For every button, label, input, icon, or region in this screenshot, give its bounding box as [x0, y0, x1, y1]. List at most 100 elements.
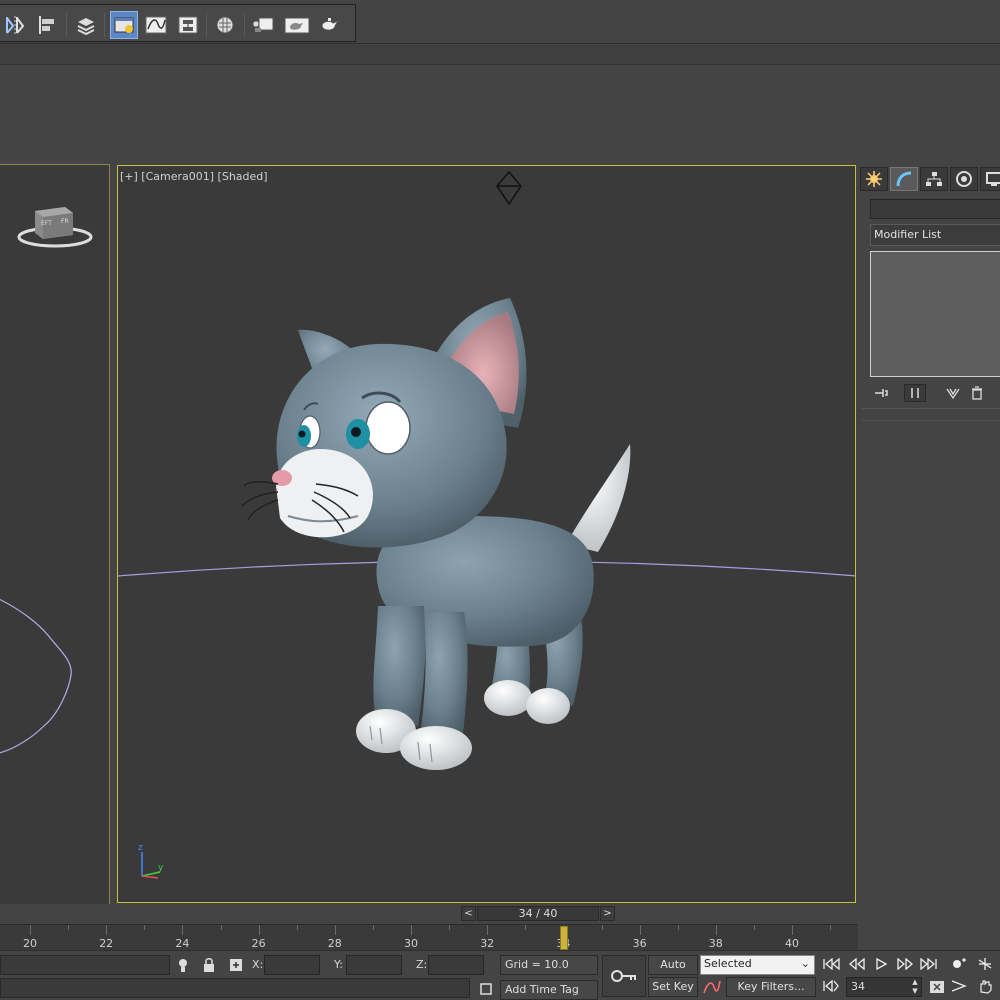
frame-spinner-icon[interactable]: ▲ ▼ — [910, 978, 920, 996]
trackbar-tick — [601, 925, 603, 930]
render-setup-icon[interactable] — [250, 11, 278, 39]
rendered-frame-window-icon[interactable] — [283, 11, 311, 39]
motion-icon[interactable] — [950, 167, 978, 191]
toolbar-separator — [104, 13, 105, 37]
previous-frame-icon[interactable] — [846, 955, 868, 973]
material-editor-icon[interactable] — [212, 11, 240, 39]
ribbon-area — [0, 66, 1000, 162]
svg-text:y: y — [158, 863, 164, 873]
trackbar-tick — [830, 925, 832, 930]
panel-divider — [862, 420, 1000, 421]
trackbar-tick — [449, 925, 451, 930]
trackbar-tick — [258, 925, 260, 935]
camera-viewport[interactable]: z y [+] [Camera001] [Shaded] — [117, 165, 856, 903]
render-production-icon[interactable] — [316, 11, 344, 39]
key-icon — [611, 970, 636, 982]
time-tag-icon[interactable] — [478, 980, 494, 998]
toolbar-separator — [244, 13, 245, 37]
set-keys-button[interactable] — [602, 955, 646, 997]
trackbar-tick — [106, 925, 108, 935]
layer-manager-icon[interactable] — [72, 11, 100, 39]
maxscript-listener-field[interactable] — [0, 955, 170, 975]
trackbar-tick-label: 30 — [404, 937, 418, 950]
scene-explorer-icon[interactable] — [110, 11, 138, 39]
circle-spline — [0, 598, 72, 754]
trackbar-tick — [487, 925, 489, 935]
svg-text:z: z — [138, 843, 143, 853]
cat-front-leg — [420, 612, 468, 741]
trackbar-tick — [68, 925, 70, 930]
trackbar-tick-label: 26 — [251, 937, 266, 950]
lock-selection-icon[interactable] — [202, 956, 216, 974]
viewport-canvas: z y — [118, 170, 855, 879]
pin-stack-icon[interactable] — [870, 384, 892, 402]
go-to-end-icon[interactable] — [918, 955, 940, 973]
pan-view-icon[interactable] — [974, 977, 996, 995]
curve-editor-icon[interactable] — [142, 11, 170, 39]
zoom-icon[interactable] — [948, 955, 970, 973]
z-coordinate-field[interactable] — [428, 955, 484, 975]
toolbar-group — [0, 4, 356, 42]
grid-size-display: Grid = 10.0 — [500, 955, 598, 975]
auto-key-button[interactable]: Auto Key — [648, 955, 698, 989]
zoom-all-icon[interactable] — [974, 955, 996, 973]
trackbar-tick-label: 28 — [327, 937, 342, 950]
align-icon[interactable] — [34, 11, 62, 39]
trackbar-tick-label: 36 — [632, 937, 647, 950]
prompt-line-field[interactable] — [0, 978, 470, 998]
toolbar-separator — [66, 13, 67, 37]
time-slider-thumb[interactable]: 34 / 40 — [477, 906, 599, 921]
trackbar-tick-label: 40 — [785, 937, 799, 950]
object-name-field[interactable] — [870, 199, 1000, 219]
panel-divider — [862, 408, 1000, 409]
trackbar-tick — [144, 925, 146, 930]
x-coordinate-field[interactable] — [264, 955, 320, 975]
command-panel: Modifier List — [858, 164, 1000, 924]
left-viewport[interactable]: EFT FR — [0, 164, 110, 905]
z-label: Z: — [416, 958, 428, 971]
modifier-list-dropdown[interactable]: Modifier List — [870, 224, 1000, 246]
go-to-start-icon[interactable] — [820, 955, 842, 973]
time-slider-prev-button[interactable]: < — [461, 906, 476, 921]
trackbar-tick — [220, 925, 222, 930]
y-coordinate-field[interactable] — [346, 955, 402, 975]
add-time-tag-button[interactable]: Add Time Tag — [500, 980, 598, 1000]
trackbar-tick-label: 38 — [708, 937, 723, 950]
trackbar-tick — [639, 925, 641, 935]
field-of-view-icon[interactable] — [948, 977, 970, 995]
schematic-view-icon[interactable] — [174, 11, 202, 39]
key-mode-curve-icon[interactable] — [700, 977, 724, 997]
key-selection-dropdown[interactable]: Selected ⌄ — [700, 955, 815, 975]
next-frame-icon[interactable] — [894, 955, 916, 973]
mirror-icon[interactable] — [2, 11, 30, 39]
trackbar-tick — [182, 925, 184, 935]
viewport-label[interactable]: [+] [Camera001] [Shaded] — [120, 170, 268, 183]
left-viewport-canvas: EFT FR — [0, 207, 93, 754]
modifier-stack[interactable] — [870, 251, 1000, 377]
remove-modifier-icon[interactable] — [966, 384, 988, 402]
trackbar[interactable] — [0, 924, 858, 950]
display-icon[interactable] — [980, 167, 1000, 191]
hierarchy-icon[interactable] — [920, 167, 948, 191]
absolute-mode-transform-icon[interactable] — [228, 956, 244, 974]
key-mode-toggle-icon[interactable] — [820, 977, 842, 995]
set-key-button[interactable]: Set Key — [648, 977, 698, 997]
cat-paw — [484, 680, 532, 716]
time-configuration-icon[interactable] — [926, 977, 948, 995]
viewcube-icon: EFT FR — [17, 207, 93, 248]
trackbar-tick — [753, 925, 755, 930]
y-label: Y: — [334, 958, 343, 971]
svg-text:EFT: EFT — [41, 220, 52, 227]
trackbar-tick — [372, 925, 374, 930]
ribbon-bar — [0, 45, 1000, 65]
current-frame-key-marker[interactable] — [560, 926, 568, 950]
key-filters-button[interactable]: Key Filters... — [726, 977, 816, 997]
cat-paw — [526, 688, 570, 724]
modify-icon[interactable] — [890, 167, 918, 191]
make-unique-icon[interactable] — [942, 384, 964, 402]
time-slider-next-button[interactable]: > — [600, 906, 615, 921]
show-end-result-icon[interactable] — [904, 384, 926, 402]
isolate-selection-icon[interactable] — [176, 956, 190, 974]
play-icon[interactable] — [870, 955, 892, 973]
create-icon[interactable] — [860, 167, 888, 191]
